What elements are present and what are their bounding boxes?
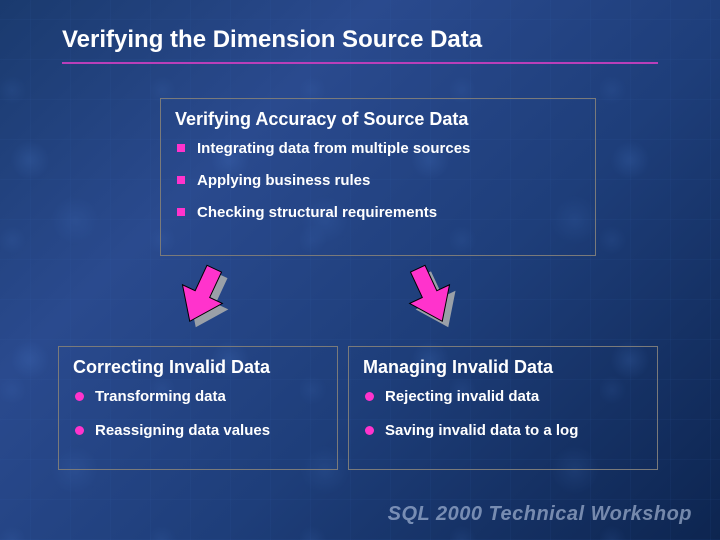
dot-bullet-icon bbox=[365, 426, 374, 435]
square-bullet-icon bbox=[177, 208, 185, 216]
top-box: Verifying Accuracy of Source Data Integr… bbox=[160, 98, 596, 256]
list-item-text: Saving invalid data to a log bbox=[385, 422, 578, 439]
right-box-heading: Managing Invalid Data bbox=[363, 357, 643, 378]
left-box-heading: Correcting Invalid Data bbox=[73, 357, 323, 378]
list-item: Rejecting invalid data bbox=[363, 388, 643, 406]
list-item-text: Rejecting invalid data bbox=[385, 388, 539, 405]
left-box: Correcting Invalid Data Transforming dat… bbox=[58, 346, 338, 470]
arrow-down-left-icon bbox=[172, 260, 242, 330]
top-box-list: Integrating data from multiple sources A… bbox=[175, 140, 581, 222]
square-bullet-icon bbox=[177, 176, 185, 184]
list-item: Integrating data from multiple sources bbox=[175, 140, 581, 158]
dot-bullet-icon bbox=[75, 426, 84, 435]
list-item-text: Transforming data bbox=[95, 388, 226, 405]
footer-text: SQL 2000 Technical Workshop bbox=[388, 503, 692, 526]
square-bullet-icon bbox=[177, 144, 185, 152]
list-item: Saving invalid data to a log bbox=[363, 422, 643, 440]
arrow-down-right-icon bbox=[400, 260, 470, 330]
slide-title: Verifying the Dimension Source Data bbox=[62, 26, 482, 54]
list-item: Checking structural requirements bbox=[175, 204, 581, 222]
list-item-text: Checking structural requirements bbox=[197, 204, 437, 221]
dot-bullet-icon bbox=[365, 392, 374, 401]
slide: Verifying the Dimension Source Data Veri… bbox=[0, 0, 720, 540]
top-box-heading: Verifying Accuracy of Source Data bbox=[175, 109, 581, 130]
list-item: Applying business rules bbox=[175, 172, 581, 190]
title-underline bbox=[62, 62, 658, 64]
list-item: Transforming data bbox=[73, 388, 323, 406]
left-box-list: Transforming data Reassigning data value… bbox=[73, 388, 323, 440]
list-item: Reassigning data values bbox=[73, 422, 323, 440]
right-box-list: Rejecting invalid data Saving invalid da… bbox=[363, 388, 643, 440]
right-box: Managing Invalid Data Rejecting invalid … bbox=[348, 346, 658, 470]
list-item-text: Applying business rules bbox=[197, 172, 370, 189]
list-item-text: Integrating data from multiple sources bbox=[197, 140, 470, 157]
list-item-text: Reassigning data values bbox=[95, 422, 270, 439]
dot-bullet-icon bbox=[75, 392, 84, 401]
